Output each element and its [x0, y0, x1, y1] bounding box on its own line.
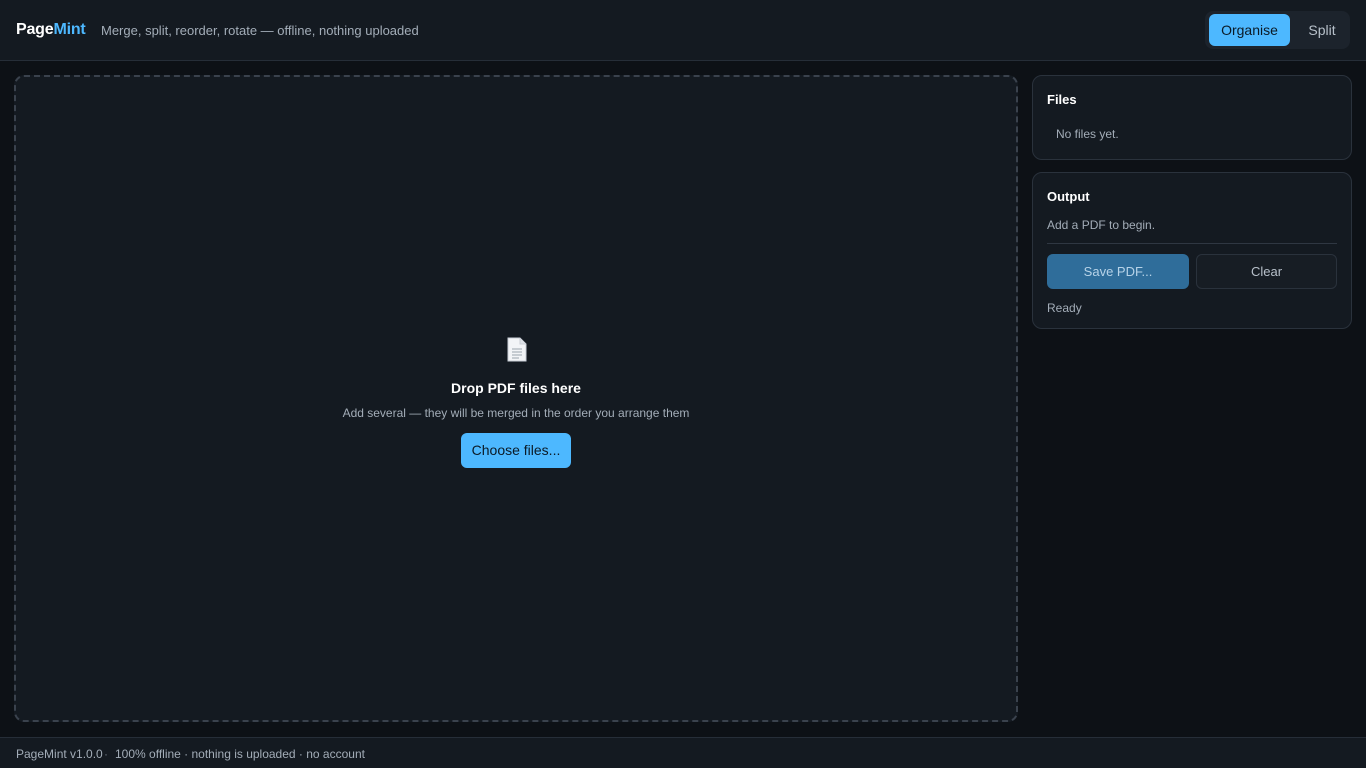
dropzone-title: Drop PDF files here	[451, 380, 581, 396]
footer-info: 100% offline · nothing is uploaded · no …	[115, 747, 365, 761]
output-hint: Add a PDF to begin.	[1047, 218, 1156, 232]
tab-split[interactable]: Split	[1298, 14, 1346, 46]
tab-organise[interactable]: Organise	[1209, 14, 1290, 46]
document-icon	[507, 337, 527, 362]
app-logo: PageMint	[16, 21, 86, 39]
output-panel: Output Add a PDF to begin. Save PDF... C…	[1032, 172, 1352, 329]
brand-name-part1: Page	[16, 21, 54, 38]
files-empty-message: No files yet.	[1056, 127, 1119, 141]
dropzone-subtitle: Add several — they will be merged in the…	[342, 406, 690, 420]
mode-switcher: Organise Split	[1205, 11, 1350, 49]
save-pdf-button[interactable]: Save PDF...	[1047, 254, 1189, 289]
app-tagline: Merge, split, reorder, rotate — offline,…	[101, 23, 419, 38]
footer-separator: ·	[104, 747, 108, 761]
app-header: PageMint Merge, split, reorder, rotate —…	[0, 0, 1366, 61]
app-footer: PageMint v1.0.0 · 100% offline · nothing…	[0, 737, 1366, 768]
output-panel-title: Output	[1047, 189, 1090, 204]
output-divider	[1047, 243, 1337, 244]
files-panel: Files No files yet.	[1032, 75, 1352, 160]
files-panel-title: Files	[1047, 92, 1077, 107]
brand-name-part2: Mint	[53, 21, 86, 38]
choose-files-button[interactable]: Choose files...	[461, 433, 571, 468]
clear-button[interactable]: Clear	[1196, 254, 1337, 289]
footer-version: PageMint v1.0.0	[16, 747, 103, 761]
status-text: Ready	[1047, 301, 1082, 315]
pdf-dropzone[interactable]: Drop PDF files here Add several — they w…	[14, 75, 1018, 722]
